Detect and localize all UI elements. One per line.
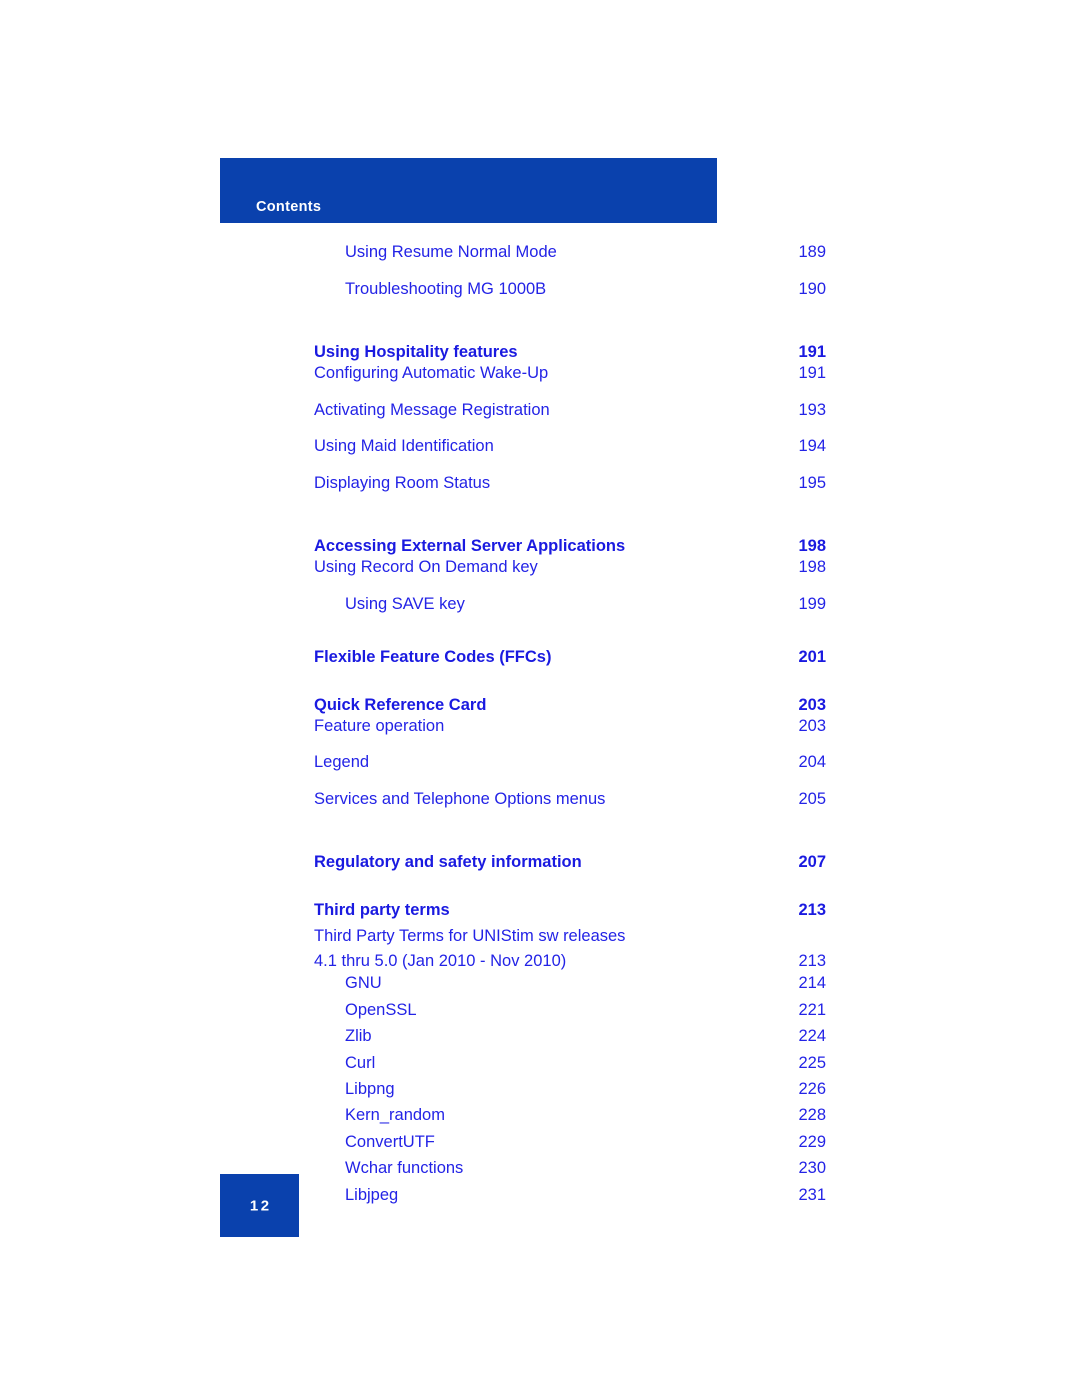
toc-entry[interactable]: Configuring Automatic Wake-Up...........… <box>314 364 826 401</box>
toc-entry-label: OpenSSL <box>345 1000 417 1019</box>
footer-page-number: 12 <box>249 1197 272 1214</box>
toc-entry-page-number: 191 <box>798 364 826 382</box>
footer-page-number-box: 12 <box>220 1174 299 1237</box>
toc-entry-page-number: 230 <box>798 1159 826 1178</box>
table-of-contents: Using Resume Normal Mode................… <box>314 243 826 1212</box>
toc-entry[interactable]: Zlib....................................… <box>314 1027 826 1053</box>
toc-section-heading[interactable]: Third party terms.......................… <box>314 887 826 922</box>
toc-entry-page-number: 190 <box>798 279 826 298</box>
toc-entry[interactable]: Using Maid Identification...............… <box>314 437 826 474</box>
toc-entry-label: Libpng <box>345 1079 395 1098</box>
toc-section-heading[interactable]: Regulatory and safety information.......… <box>314 839 826 874</box>
toc-entry[interactable]: Legend..................................… <box>314 753 826 790</box>
toc-entry-label: GNU <box>345 974 382 993</box>
toc-section-heading[interactable]: Using Hospitality features..............… <box>314 329 826 364</box>
toc-entry-label: Zlib <box>345 1027 372 1046</box>
toc-section-heading[interactable]: Flexible Feature Codes (FFCs)...........… <box>314 634 826 669</box>
toc-entry[interactable]: Curl....................................… <box>314 1054 826 1080</box>
toc-entry-page-number: 191 <box>798 343 826 361</box>
toc-spacer <box>314 826 826 839</box>
toc-entry[interactable]: Activating Message Registration.........… <box>314 401 826 438</box>
toc-entry-label: Quick Reference Card <box>314 695 487 714</box>
toc-entry-page-number: 207 <box>798 853 826 872</box>
toc-entry-page-number: 203 <box>798 695 826 714</box>
toc-entry-label: Legend <box>314 753 370 772</box>
toc-entry-label: Libjpeg <box>345 1185 399 1204</box>
toc-spacer <box>314 669 826 682</box>
toc-entry-label-text: 4.1 thru 5.0 (Jan 2010 - Nov 2010) <box>314 952 567 971</box>
toc-entry-label: Displaying Room Status <box>314 473 491 492</box>
toc-entry-page-number: 198 <box>798 537 826 555</box>
contents-header-band: Contents <box>220 158 717 223</box>
toc-entry-page-number: 205 <box>798 789 826 808</box>
toc-entry[interactable]: Services and Telephone Options menus....… <box>314 790 826 827</box>
toc-entry[interactable]: Using SAVE key..........................… <box>314 595 826 621</box>
toc-entry[interactable]: Third Party Terms for UNIStim sw release… <box>314 922 826 974</box>
toc-entry[interactable]: OpenSSL.................................… <box>314 1001 826 1027</box>
toc-entry-page-number: 221 <box>798 1000 826 1019</box>
toc-entry-label: Third Party Terms for UNIStim sw release… <box>314 927 626 946</box>
toc-entry[interactable]: GNU.....................................… <box>314 974 826 1000</box>
toc-entry[interactable]: Using Resume Normal Mode................… <box>314 243 826 280</box>
toc-entry-page-number: 231 <box>798 1185 826 1204</box>
toc-entry-label-continued: 4.1 thru 5.0 (Jan 2010 - Nov 2010)......… <box>314 949 826 974</box>
toc-entry-label: Services and Telephone Options menus <box>314 789 606 808</box>
toc-entry-page-number: 194 <box>798 437 826 455</box>
toc-entry[interactable]: Libpng..................................… <box>314 1080 826 1106</box>
toc-spacer <box>314 510 826 523</box>
toc-entry-label: Regulatory and safety information <box>314 853 582 872</box>
toc-entry-label: Troubleshooting MG 1000B <box>345 279 547 298</box>
toc-entry-label: Third party terms <box>314 901 450 920</box>
toc-entry-page-number: 213 <box>798 901 826 920</box>
toc-spacer <box>314 874 826 887</box>
toc-entry-label: Kern_random <box>345 1106 445 1125</box>
toc-entry-label: Curl <box>345 1053 376 1072</box>
toc-entry-page-number: 203 <box>798 716 826 735</box>
toc-entry-page-number: 193 <box>798 400 826 419</box>
toc-entry[interactable]: Feature operation.......................… <box>314 717 826 754</box>
toc-entry-label: ConvertUTF <box>345 1132 435 1151</box>
toc-entry-page-number: 214 <box>798 974 826 993</box>
toc-entry[interactable]: Using Record On Demand key..............… <box>314 558 826 595</box>
toc-entry-page-number: 213 <box>798 952 826 971</box>
toc-entry-label: Using Maid Identification <box>314 437 494 455</box>
toc-entry[interactable]: Troubleshooting MG 1000B................… <box>314 280 826 317</box>
toc-entry-page-number: 199 <box>798 594 826 613</box>
toc-entry[interactable]: ConvertUTF..............................… <box>314 1133 826 1159</box>
toc-entry-page-number: 198 <box>798 558 826 576</box>
toc-spacer <box>314 621 826 634</box>
toc-entry-page-number: 189 <box>798 243 826 261</box>
toc-entry-label: Accessing External Server Applications <box>314 537 626 555</box>
toc-entry-page-number: 229 <box>798 1132 826 1151</box>
toc-entry-page-number: 226 <box>798 1079 826 1098</box>
toc-entry-page-number: 224 <box>798 1027 826 1046</box>
toc-entry-label: Wchar functions <box>345 1159 464 1178</box>
toc-entry[interactable]: Libjpeg.................................… <box>314 1186 826 1212</box>
toc-entry[interactable]: Kern_random.............................… <box>314 1106 826 1132</box>
toc-entry-page-number: 195 <box>798 473 826 492</box>
page-title: Contents <box>256 199 322 215</box>
toc-spacer <box>314 316 826 329</box>
toc-entry-page-number: 201 <box>798 647 826 666</box>
toc-entry-label: Using SAVE key <box>345 594 465 613</box>
toc-entry-label: Activating Message Registration <box>314 400 550 419</box>
toc-entry-label: Using Hospitality features <box>314 343 518 361</box>
toc-section-heading[interactable]: Accessing External Server Applications..… <box>314 523 826 558</box>
toc-entry-page-number: 225 <box>798 1053 826 1072</box>
toc-entry-page-number: 204 <box>798 753 826 772</box>
toc-entry-page-number: 228 <box>798 1106 826 1125</box>
toc-entry-label: Using Record On Demand key <box>314 558 538 576</box>
toc-entry-label: Configuring Automatic Wake-Up <box>314 364 549 382</box>
toc-entry[interactable]: Displaying Room Status..................… <box>314 474 826 511</box>
toc-entry-label: Flexible Feature Codes (FFCs) <box>314 647 552 666</box>
toc-entry-label: Using Resume Normal Mode <box>345 243 557 261</box>
toc-section-heading[interactable]: Quick Reference Card....................… <box>314 682 826 717</box>
toc-entry-label: Feature operation <box>314 716 445 735</box>
toc-entry[interactable]: Wchar functions.........................… <box>314 1159 826 1185</box>
